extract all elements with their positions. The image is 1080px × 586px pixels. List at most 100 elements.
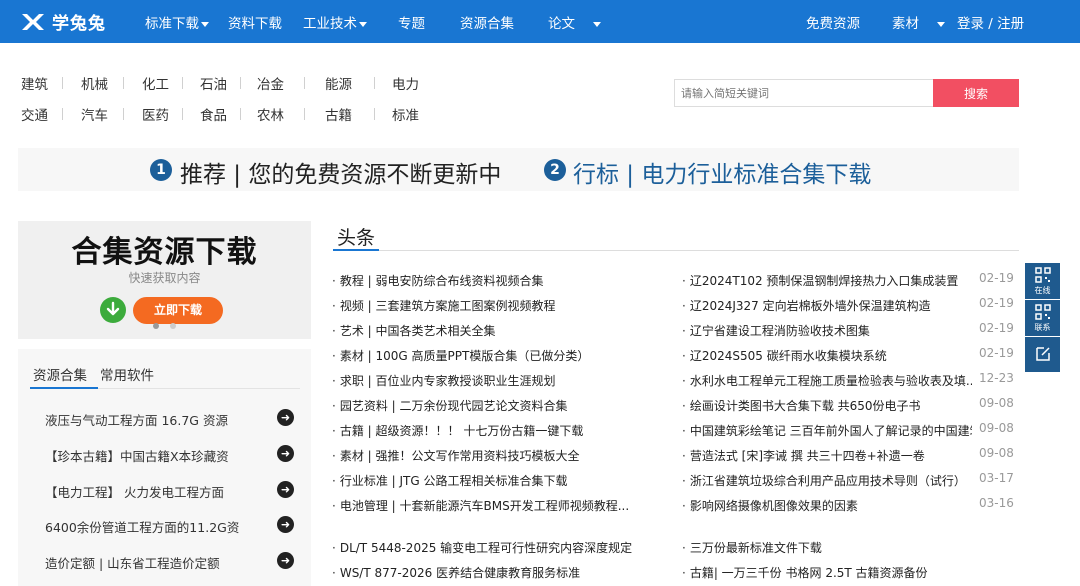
arrow-right-icon[interactable]: ➜ — [277, 445, 294, 462]
news-link[interactable]: 浙江省建筑垃圾综合利用产品应用技术导则（试行） — [682, 472, 972, 489]
category-link[interactable]: 古籍 — [325, 104, 352, 124]
news-link[interactable]: 营造法式 [宋]李诫 撰 共三十四卷+补遗一卷 — [682, 447, 972, 464]
news-link[interactable]: WS/T 877-2026 医养结合健康教育服务标准 — [332, 564, 662, 581]
search-input[interactable] — [674, 79, 933, 107]
news-date: 09-08 — [979, 421, 1014, 435]
nav-topics[interactable]: 专题 — [398, 12, 425, 32]
login-register-link[interactable]: 登录 / 注册 — [957, 12, 1024, 32]
divider — [123, 77, 124, 89]
headlines-underline — [333, 249, 379, 251]
category-link[interactable]: 石油 — [200, 73, 227, 93]
category-link[interactable]: 医药 — [142, 104, 169, 124]
qr-code-icon — [1034, 304, 1051, 320]
edit-icon — [1035, 347, 1050, 361]
site-logo[interactable]: 学兔兔 — [20, 9, 106, 34]
banner-link-recommend[interactable]: 推荐 | 您的免费资源不断更新中 — [180, 155, 501, 189]
divider — [374, 77, 375, 89]
news-link[interactable]: 电池管理 | 十套新能源汽车BMS开发工程师视频教程... — [332, 497, 662, 514]
category-link[interactable]: 建筑 — [21, 73, 48, 93]
category-link[interactable]: 汽车 — [81, 104, 108, 124]
nav-materials[interactable]: 资料下载 — [228, 12, 282, 32]
category-link[interactable]: 化工 — [142, 73, 169, 93]
list-item[interactable]: 【珍本古籍】中国古籍X本珍藏资 — [45, 446, 229, 465]
news-link[interactable]: 素材 | 强推！公文写作常用资料技巧模板大全 — [332, 447, 662, 464]
news-date: 02-19 — [979, 346, 1014, 360]
list-item[interactable]: 【电力工程】 火力发电工程方面 — [45, 482, 224, 501]
news-link[interactable]: 古籍| 一万三千份 书格网 2.5T 古籍资源备份 — [682, 564, 972, 581]
news-link[interactable]: 艺术 | 中国各类艺术相关全集 — [332, 322, 662, 339]
news-link[interactable]: 三万份最新标准文件下载 — [682, 539, 972, 556]
category-link[interactable]: 机械 — [81, 73, 108, 93]
category-link[interactable]: 冶金 — [257, 73, 284, 93]
headlines-title: 头条 — [337, 227, 376, 249]
category-link[interactable]: 农林 — [257, 104, 284, 124]
promo-download-button[interactable]: 立即下载 — [133, 297, 223, 324]
category-link[interactable]: 电力 — [392, 73, 419, 93]
news-link[interactable]: 教程 | 弱电安防综合布线资料视频合集 — [332, 272, 662, 289]
resource-panel: 资源合集 常用软件 液压与气动工程方面 16.7G 资源 ➜ 【珍本古籍】中国古… — [18, 349, 311, 586]
carousel-dot[interactable] — [153, 323, 159, 329]
news-date: 09-08 — [979, 446, 1014, 460]
news-link[interactable]: 水利水电工程单元工程施工质量检验表与验收表及填... — [682, 372, 972, 389]
news-link[interactable]: 古籍 | 超级资源！！！ 十七万份古籍一键下载 — [332, 422, 662, 439]
online-label: 在线 — [1034, 286, 1051, 295]
nav-collections[interactable]: 资源合集 — [460, 12, 514, 32]
logo-icon — [22, 13, 44, 30]
nav-assets[interactable]: 素材 — [892, 12, 945, 32]
arrow-right-icon[interactable]: ➜ — [277, 409, 294, 426]
news-link[interactable]: DL/T 5448-2025 输变电工程可行性研究内容深度规定 — [332, 539, 662, 556]
news-date: 12-23 — [979, 371, 1014, 385]
news-link[interactable]: 求职 | 百位业内专家教授谈职业生涯规划 — [332, 372, 662, 389]
promo-title: 合集资源下载 — [71, 235, 258, 270]
carousel-dot[interactable] — [170, 323, 176, 329]
category-link[interactable]: 能源 — [325, 73, 352, 93]
contact-qr-button[interactable]: 联系 — [1025, 300, 1060, 336]
divider — [304, 108, 305, 120]
arrow-right-icon[interactable]: ➜ — [277, 552, 294, 569]
arrow-right-icon[interactable]: ➜ — [277, 516, 294, 533]
feedback-button[interactable] — [1025, 337, 1060, 372]
news-link[interactable]: 素材 | 100G 高质量PPT模版合集（已做分类） — [332, 347, 662, 364]
banner-link-standards[interactable]: 行标 | 电力行业标准合集下载 — [573, 155, 871, 189]
divider — [240, 77, 241, 89]
news-link[interactable]: 辽2024T102 预制保温钢制焊接热力入口集成装置 — [682, 272, 972, 289]
divider — [182, 77, 183, 89]
category-link[interactable]: 食品 — [200, 104, 227, 124]
nav-standards[interactable]: 标准下载 — [145, 12, 209, 32]
news-link[interactable]: 视频 | 三套建筑方案施工图案例视频教程 — [332, 297, 662, 314]
news-link[interactable]: 园艺资料 | 二万余份现代园艺论文资料合集 — [332, 397, 662, 414]
nav-industrial-tech[interactable]: 工业技术 — [303, 12, 367, 32]
news-link[interactable]: 辽宁省建设工程消防验收技术图集 — [682, 322, 972, 339]
tab-collections[interactable]: 资源合集 — [33, 364, 87, 384]
news-date: 09-08 — [979, 396, 1014, 410]
divider — [240, 108, 241, 120]
announcement-banner: 1 推荐 | 您的免费资源不断更新中 2 行标 | 电力行业标准合集下载 — [18, 148, 1019, 191]
caret-down-icon — [593, 21, 601, 27]
list-item[interactable]: 造价定额 | 山东省工程造价定额 — [45, 553, 220, 572]
search-button[interactable]: 搜索 — [933, 79, 1019, 107]
banner-number-badge: 2 — [544, 159, 566, 181]
divider — [62, 108, 63, 120]
news-link[interactable]: 绘画设计类图书大合集下载 共650份电子书 — [682, 397, 972, 414]
divider — [333, 250, 1019, 251]
promo-carousel[interactable]: 合集资源下载 快速获取内容 立即下载 — [18, 221, 311, 339]
list-item[interactable]: 6400余份管道工程方面的11.2G资 — [45, 517, 239, 536]
divider — [374, 108, 375, 120]
category-link[interactable]: 标准 — [392, 104, 419, 124]
category-link[interactable]: 交通 — [21, 104, 48, 124]
nav-free-resources[interactable]: 免费资源 — [806, 12, 860, 32]
news-link[interactable]: 影响网络摄像机图像效果的因素 — [682, 497, 972, 514]
news-link[interactable]: 辽2024S505 碳纤雨水收集模块系统 — [682, 347, 972, 364]
tab-software[interactable]: 常用软件 — [100, 364, 154, 384]
online-qr-button[interactable]: 在线 — [1025, 263, 1060, 299]
news-date: 02-19 — [979, 271, 1014, 285]
news-link[interactable]: 行业标准 | JTG 公路工程相关标准合集下载 — [332, 472, 662, 489]
top-nav: 学兔兔 标准下载 资料下载 工业技术 专题 资源合集 论文 免费资源 素材 登录… — [0, 0, 1080, 43]
download-icon — [100, 297, 126, 323]
list-item[interactable]: 液压与气动工程方面 16.7G 资源 — [45, 410, 228, 429]
arrow-right-icon[interactable]: ➜ — [277, 481, 294, 498]
active-tab-indicator — [30, 387, 98, 389]
nav-papers[interactable]: 论文 — [548, 12, 601, 32]
news-link[interactable]: 辽2024J327 定向岩棉板外墙外保温建筑构造 — [682, 297, 972, 314]
news-link[interactable]: 中国建筑彩绘笔记 三百年前外国人了解记录的中国建筑 — [682, 422, 972, 439]
